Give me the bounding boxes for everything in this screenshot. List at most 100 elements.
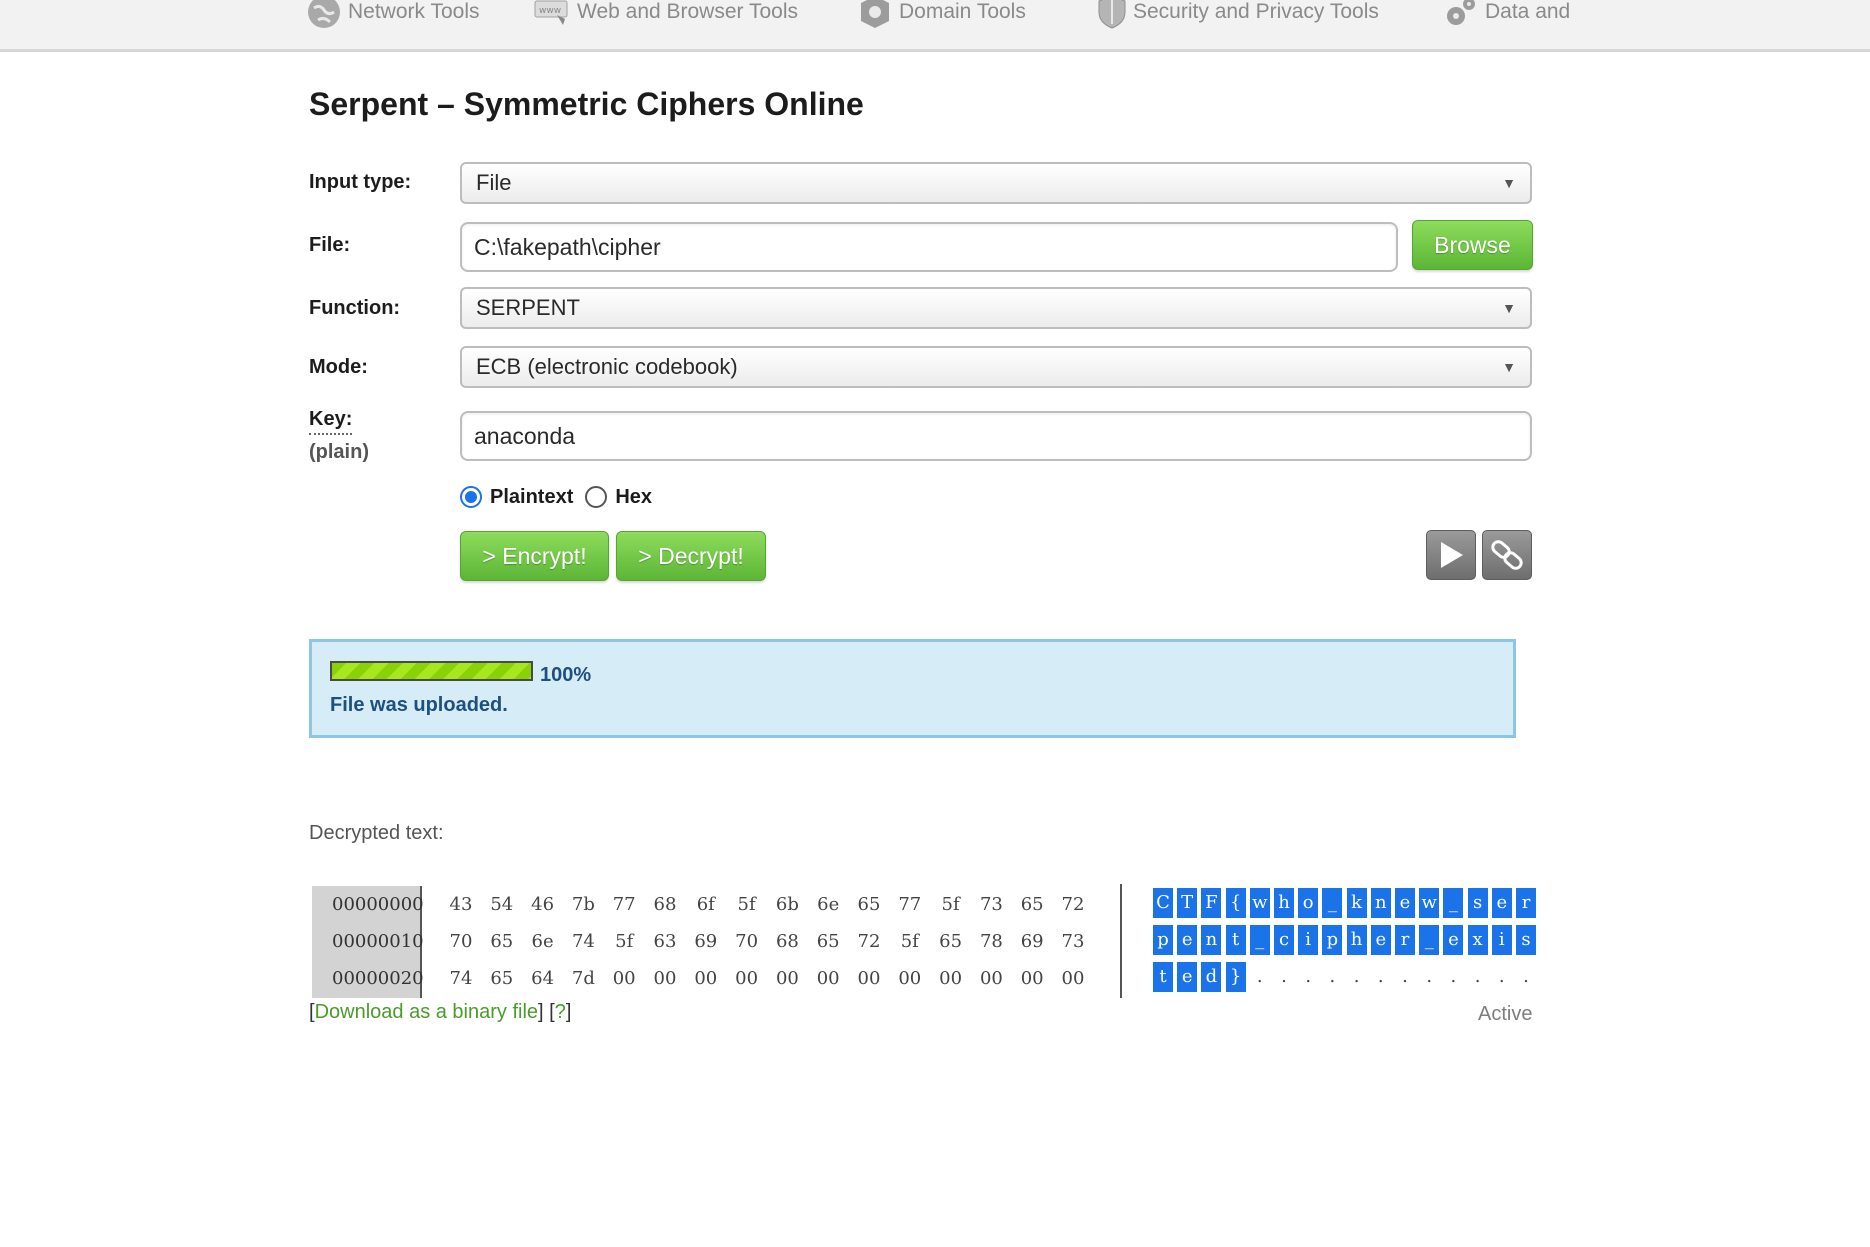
hex-byte[interactable]: 70 xyxy=(729,931,765,952)
ascii-char[interactable]: C xyxy=(1153,888,1173,918)
permalink-button[interactable] xyxy=(1482,530,1532,580)
hex-byte[interactable]: 6e xyxy=(525,931,561,952)
hex-byte[interactable]: 00 xyxy=(729,968,765,989)
ascii-char[interactable]: . xyxy=(1298,962,1318,992)
hex-byte[interactable]: 00 xyxy=(851,968,887,989)
ascii-char[interactable]: . xyxy=(1274,962,1294,992)
ascii-char[interactable]: e xyxy=(1370,925,1391,955)
hex-byte[interactable]: 72 xyxy=(851,931,887,952)
hex-byte[interactable]: 00 xyxy=(810,968,846,989)
play-button[interactable] xyxy=(1426,530,1476,580)
ascii-char[interactable]: p xyxy=(1153,925,1173,955)
browse-button[interactable]: Browse xyxy=(1412,220,1533,270)
mode-select[interactable]: ECB (electronic codebook) ▼ xyxy=(460,346,1532,388)
hex-byte[interactable]: 69 xyxy=(1014,931,1050,952)
nav-item-data-tools[interactable]: Data and xyxy=(1443,0,1570,30)
ascii-char[interactable]: F xyxy=(1201,888,1222,918)
hex-byte[interactable]: 64 xyxy=(525,968,561,989)
nav-item-web-browser-tools[interactable]: www Web and Browser Tools xyxy=(533,0,798,30)
ascii-char[interactable]: t xyxy=(1153,962,1173,992)
key-input[interactable]: anaconda xyxy=(460,411,1532,461)
hex-byte[interactable]: 5f xyxy=(892,931,928,952)
ascii-char[interactable]: n xyxy=(1370,888,1391,918)
nav-item-security-privacy-tools[interactable]: Security and Privacy Tools xyxy=(1097,0,1379,30)
hex-byte[interactable]: 74 xyxy=(443,968,479,989)
hex-byte[interactable]: 54 xyxy=(484,894,520,915)
ascii-char[interactable]: t xyxy=(1225,925,1246,955)
hex-byte[interactable]: 74 xyxy=(565,931,601,952)
ascii-char[interactable]: r xyxy=(1395,925,1415,955)
hex-byte[interactable]: 65 xyxy=(810,931,846,952)
ascii-char[interactable]: . xyxy=(1492,962,1512,992)
hex-byte[interactable]: 73 xyxy=(1055,931,1091,952)
ascii-char[interactable]: { xyxy=(1225,888,1246,918)
hex-byte[interactable]: 00 xyxy=(1014,968,1050,989)
ascii-char[interactable]: e xyxy=(1395,888,1415,918)
ascii-char[interactable]: r xyxy=(1516,888,1536,918)
ascii-char[interactable]: . xyxy=(1322,962,1342,992)
ascii-char[interactable]: _ xyxy=(1443,888,1464,918)
hex-byte[interactable]: 6b xyxy=(769,894,805,915)
ascii-char[interactable]: . xyxy=(1371,962,1391,992)
nav-item-network-tools[interactable]: Network Tools xyxy=(306,0,480,30)
ascii-char[interactable]: T xyxy=(1177,888,1198,918)
ascii-char[interactable]: w xyxy=(1419,888,1440,918)
ascii-char[interactable]: . xyxy=(1395,962,1415,992)
ascii-char[interactable]: x xyxy=(1467,925,1488,955)
hex-byte[interactable]: 68 xyxy=(769,931,805,952)
ascii-char[interactable]: i xyxy=(1491,925,1512,955)
ascii-char[interactable]: k xyxy=(1346,888,1367,918)
hex-byte[interactable]: 69 xyxy=(688,931,724,952)
ascii-char[interactable]: p xyxy=(1322,925,1343,955)
ascii-char[interactable]: n xyxy=(1201,925,1222,955)
ascii-char[interactable]: } xyxy=(1225,962,1246,992)
ascii-char[interactable]: s xyxy=(1467,888,1488,918)
hex-byte[interactable]: 72 xyxy=(1055,894,1091,915)
encrypt-button[interactable]: > Encrypt! xyxy=(460,531,609,581)
ascii-char[interactable]: e xyxy=(1177,962,1198,992)
hex-byte[interactable]: 5f xyxy=(606,931,642,952)
hex-byte[interactable]: 00 xyxy=(647,968,683,989)
hex-byte[interactable]: 65 xyxy=(484,968,520,989)
ascii-char[interactable]: . xyxy=(1250,962,1270,992)
ascii-char[interactable]: h xyxy=(1274,888,1294,918)
ascii-char[interactable]: . xyxy=(1419,962,1439,992)
plaintext-radio[interactable] xyxy=(460,486,482,508)
hex-byte[interactable]: 70 xyxy=(443,931,479,952)
hex-byte[interactable]: 00 xyxy=(1055,968,1091,989)
help-link[interactable]: ? xyxy=(555,1001,566,1023)
hex-byte[interactable]: 5f xyxy=(729,894,765,915)
nav-item-domain-tools[interactable]: Domain Tools xyxy=(857,0,1026,30)
hex-byte[interactable]: 73 xyxy=(973,894,1009,915)
ascii-char[interactable]: e xyxy=(1177,925,1198,955)
hex-byte[interactable]: 46 xyxy=(525,894,561,915)
hex-byte[interactable]: 7b xyxy=(565,894,601,915)
file-path-field[interactable]: C:\fakepath\cipher xyxy=(460,222,1398,272)
ascii-char[interactable]: e xyxy=(1443,925,1464,955)
ascii-char[interactable]: d xyxy=(1201,962,1222,992)
hex-byte[interactable]: 77 xyxy=(892,894,928,915)
hex-radio-label[interactable]: Hex xyxy=(615,486,652,509)
download-binary-link[interactable]: Download as a binary file xyxy=(315,1001,538,1023)
ascii-char[interactable]: . xyxy=(1516,962,1536,992)
hex-byte[interactable]: 00 xyxy=(933,968,969,989)
ascii-char[interactable]: s xyxy=(1516,925,1536,955)
ascii-char[interactable]: w xyxy=(1249,888,1270,918)
ascii-char[interactable]: e xyxy=(1491,888,1512,918)
plaintext-radio-label[interactable]: Plaintext xyxy=(490,486,573,509)
hex-byte[interactable]: 00 xyxy=(606,968,642,989)
decrypt-button[interactable]: > Decrypt! xyxy=(616,531,766,581)
ascii-char[interactable]: h xyxy=(1346,925,1367,955)
input-type-select[interactable]: File ▼ xyxy=(460,162,1532,204)
hex-byte[interactable]: 6e xyxy=(810,894,846,915)
function-select[interactable]: SERPENT ▼ xyxy=(460,287,1532,329)
ascii-char[interactable]: c xyxy=(1274,925,1294,955)
hex-byte[interactable]: 00 xyxy=(688,968,724,989)
hex-byte[interactable]: 6f xyxy=(688,894,724,915)
hex-byte[interactable]: 7d xyxy=(565,968,601,989)
hex-byte[interactable]: 43 xyxy=(443,894,479,915)
ascii-char[interactable]: . xyxy=(1443,962,1463,992)
hex-byte[interactable]: 65 xyxy=(933,931,969,952)
hex-byte[interactable]: 77 xyxy=(606,894,642,915)
ascii-char[interactable]: _ xyxy=(1249,925,1270,955)
